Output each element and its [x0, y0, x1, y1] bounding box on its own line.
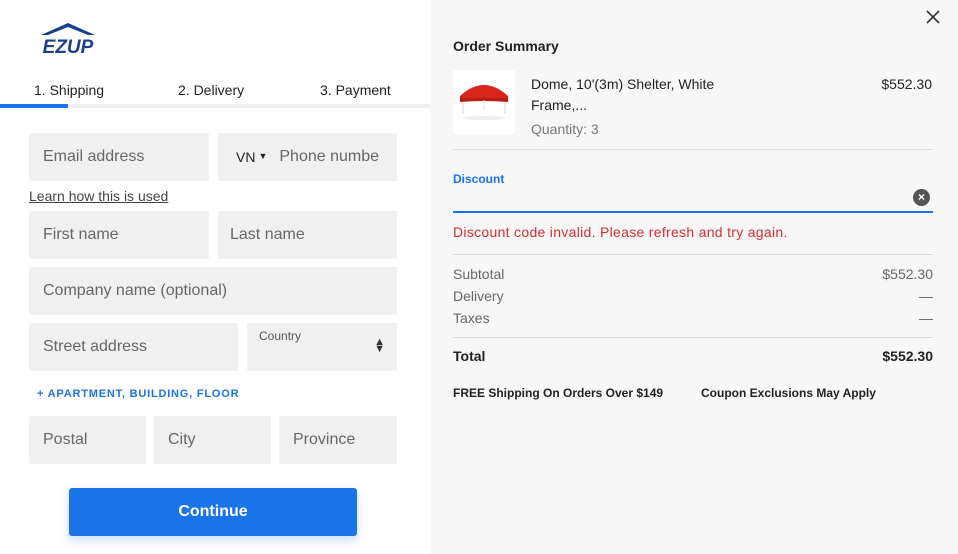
learn-how-link[interactable]: Learn how this is used: [29, 188, 168, 204]
select-arrows-icon[interactable]: ▲ ▼: [374, 337, 385, 355]
first-name-field[interactable]: [29, 211, 209, 259]
product-thumbnail: [453, 70, 515, 134]
chevron-down-icon[interactable]: ▼: [258, 151, 267, 161]
delivery-row: Delivery —: [453, 288, 933, 304]
total-value: $552.30: [882, 348, 933, 364]
total-label: Total: [453, 348, 486, 364]
email-field[interactable]: [29, 133, 209, 181]
logo-text: EZUP: [43, 37, 94, 56]
country-label: Country: [259, 329, 302, 343]
checkout-form-panel: EZUP 1. Shipping 2. Delivery 3. Payment …: [0, 0, 430, 554]
discount-label: Discount: [453, 172, 505, 186]
country-select[interactable]: Country ▲ ▼: [247, 323, 397, 371]
product-price: $552.30: [881, 76, 932, 92]
divider: [453, 254, 933, 255]
clear-discount-icon[interactable]: ×: [913, 189, 930, 206]
street-field[interactable]: [29, 323, 238, 371]
province-field[interactable]: [279, 416, 397, 464]
checkout-steps: 1. Shipping 2. Delivery 3. Payment: [0, 80, 430, 110]
divider: [453, 149, 933, 150]
subtotal-row: Subtotal $552.30: [453, 266, 933, 282]
subtotal-label: Subtotal: [453, 266, 505, 282]
city-input[interactable]: [154, 416, 271, 464]
postal-input[interactable]: [29, 416, 146, 464]
last-name-input[interactable]: [218, 211, 397, 259]
phone-input[interactable]: [267, 133, 397, 181]
first-name-input[interactable]: [29, 211, 209, 259]
last-name-field[interactable]: [218, 211, 397, 259]
tab-payment[interactable]: 3. Payment: [320, 82, 391, 98]
divider: [453, 337, 933, 338]
city-field[interactable]: [154, 416, 271, 464]
discount-error-message: Discount code invalid. Please refresh an…: [453, 224, 788, 240]
add-apartment-link[interactable]: + APARTMENT, BUILDING, FLOOR: [37, 388, 239, 400]
steps-progress-active: [0, 104, 68, 108]
tab-shipping[interactable]: 1. Shipping: [34, 82, 104, 98]
close-icon[interactable]: [924, 8, 942, 26]
email-input[interactable]: [29, 133, 209, 181]
taxes-value: —: [919, 310, 933, 326]
taxes-row: Taxes —: [453, 310, 933, 326]
street-input[interactable]: [29, 323, 238, 371]
taxes-label: Taxes: [453, 310, 490, 326]
total-row: Total $552.30: [453, 348, 933, 364]
ezup-logo[interactable]: EZUP: [38, 22, 98, 56]
delivery-value: —: [919, 288, 933, 304]
coupon-exclusions-note: Coupon Exclusions May Apply: [701, 386, 876, 400]
company-field[interactable]: [29, 267, 397, 315]
postal-field[interactable]: [29, 416, 146, 464]
continue-button[interactable]: Continue: [69, 488, 357, 536]
tab-delivery[interactable]: 2. Delivery: [178, 82, 244, 98]
free-shipping-note: FREE Shipping On Orders Over $149: [453, 386, 664, 400]
province-input[interactable]: [279, 416, 397, 464]
phone-field[interactable]: VN ▼: [218, 133, 397, 181]
order-summary-panel: Order Summary Dome, 10'(3m) Shelter, Whi…: [430, 0, 958, 554]
delivery-label: Delivery: [453, 288, 504, 304]
subtotal-value: $552.30: [882, 266, 933, 282]
company-input[interactable]: [29, 267, 397, 315]
product-name: Dome, 10'(3m) Shelter, White Frame,...: [531, 76, 715, 113]
order-summary-title: Order Summary: [453, 38, 559, 54]
discount-input-underline[interactable]: [453, 211, 933, 213]
phone-country-code[interactable]: VN: [218, 149, 255, 165]
product-quantity: Quantity: 3: [531, 121, 599, 137]
